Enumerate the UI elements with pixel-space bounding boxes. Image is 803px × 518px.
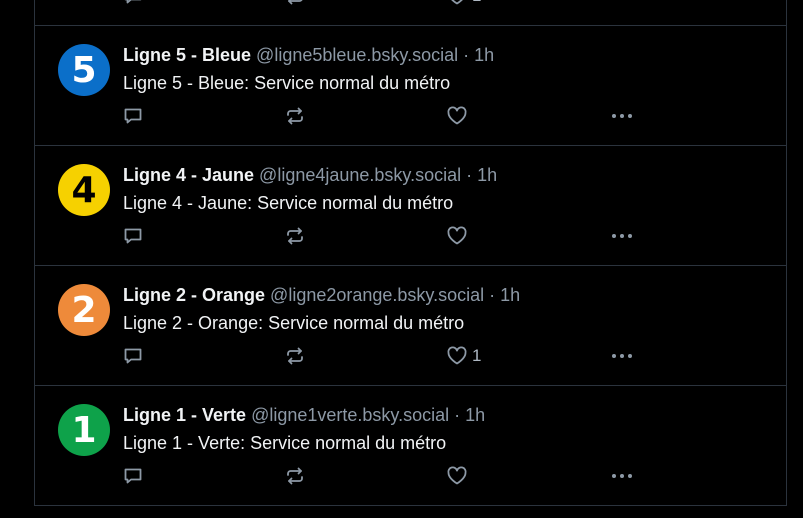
author-name[interactable]: Ligne 2 - Orange: [123, 285, 265, 305]
repost-button[interactable]: [285, 224, 305, 248]
repost-icon: [287, 347, 303, 365]
feed-post[interactable]: 1 Ligne 1 - Verte @ligne1verte.bsky.soci…: [35, 386, 786, 506]
author-handle[interactable]: @ligne1verte.bsky.social: [251, 405, 449, 425]
like-count: 1: [472, 0, 481, 6]
post-text: Ligne 5 - Bleue: Service normal du métro: [123, 73, 451, 93]
heart-icon: [447, 346, 467, 365]
repost-icon: [287, 107, 303, 125]
post-header: Ligne 5 - Bleue @ligne5bleue.bsky.social…: [123, 44, 774, 66]
more-dots-icon: [612, 354, 632, 358]
like-button[interactable]: 1: [446, 0, 481, 8]
reply-icon: [124, 108, 142, 124]
like-button[interactable]: 1: [446, 344, 481, 368]
post-time[interactable]: 1h: [474, 45, 494, 65]
author-handle[interactable]: @ligne2orange.bsky.social: [270, 285, 484, 305]
reply-button[interactable]: [123, 224, 143, 248]
repost-icon: [287, 227, 303, 245]
repost-button[interactable]: [285, 0, 305, 8]
post-header: Ligne 1 - Verte @ligne1verte.bsky.social…: [123, 404, 774, 426]
post-actions: 1: [123, 344, 643, 368]
separator: ·: [466, 165, 473, 185]
more-options-button[interactable]: [610, 0, 634, 8]
more-dots-icon: [612, 474, 632, 478]
post-feed: 1 5 Ligne 5 - Bleue @ligne5bleue.bsky.so…: [34, 0, 787, 506]
reply-button[interactable]: [123, 464, 143, 488]
more-options-button[interactable]: [610, 344, 634, 368]
heart-icon: [447, 106, 467, 125]
repost-icon: [287, 467, 303, 485]
post-actions: [123, 464, 643, 488]
heart-icon: [447, 226, 467, 245]
post-text: Ligne 2 - Orange: Service normal du métr…: [123, 313, 465, 333]
separator: ·: [454, 405, 461, 425]
separator: ·: [489, 285, 496, 305]
feed-post[interactable]: 5 Ligne 5 - Bleue @ligne5bleue.bsky.soci…: [35, 26, 786, 146]
post-actions: [123, 224, 643, 248]
post-actions: [123, 104, 643, 128]
reply-icon: [124, 468, 142, 484]
repost-button[interactable]: [285, 344, 305, 368]
like-button[interactable]: [446, 224, 472, 248]
avatar[interactable]: 5: [58, 44, 110, 96]
feed-post[interactable]: 4 Ligne 4 - Jaune @ligne4jaune.bsky.soci…: [35, 146, 786, 266]
reply-icon: [124, 348, 142, 364]
like-count: 1: [472, 346, 482, 365]
avatar[interactable]: 1: [58, 404, 110, 456]
author-handle[interactable]: @ligne5bleue.bsky.social: [256, 45, 458, 65]
more-dots-icon: [610, 0, 634, 6]
reply-icon: [124, 228, 142, 244]
feed-post[interactable]: 2 Ligne 2 - Orange @ligne2orange.bsky.so…: [35, 266, 786, 386]
author-handle[interactable]: @ligne4jaune.bsky.social: [259, 165, 461, 185]
like-button[interactable]: [446, 464, 472, 488]
reply-button[interactable]: [123, 104, 143, 128]
reply-button[interactable]: [123, 0, 143, 8]
author-name[interactable]: Ligne 5 - Bleue: [123, 45, 251, 65]
author-name[interactable]: Ligne 1 - Verte: [123, 405, 246, 425]
avatar[interactable]: 2: [58, 284, 110, 336]
like-button[interactable]: [446, 104, 472, 128]
reply-button[interactable]: [123, 344, 143, 368]
post-text: Ligne 1 - Verte: Service normal du métro: [123, 433, 447, 453]
post-time[interactable]: 1h: [477, 165, 497, 185]
more-options-button[interactable]: [610, 224, 634, 248]
reply-icon: [124, 0, 142, 4]
post-header: Ligne 4 - Jaune @ligne4jaune.bsky.social…: [123, 164, 774, 186]
post-actions: 1: [123, 0, 643, 8]
repost-button[interactable]: [285, 104, 305, 128]
separator: ·: [463, 45, 470, 65]
post-time[interactable]: 1h: [465, 405, 485, 425]
repost-button[interactable]: [285, 464, 305, 488]
author-name[interactable]: Ligne 4 - Jaune: [123, 165, 254, 185]
post-text: Ligne 4 - Jaune: Service normal du métro: [123, 193, 454, 213]
more-options-button[interactable]: [610, 104, 634, 128]
avatar[interactable]: 4: [58, 164, 110, 216]
more-dots-icon: [612, 114, 632, 118]
more-dots-icon: [612, 234, 632, 238]
post-header: Ligne 2 - Orange @ligne2orange.bsky.soci…: [123, 284, 774, 306]
post-time[interactable]: 1h: [500, 285, 520, 305]
feed-post[interactable]: 1: [35, 0, 786, 26]
heart-icon: [451, 0, 463, 5]
repost-icon: [288, 0, 303, 5]
heart-icon: [447, 466, 467, 485]
more-options-button[interactable]: [610, 464, 634, 488]
